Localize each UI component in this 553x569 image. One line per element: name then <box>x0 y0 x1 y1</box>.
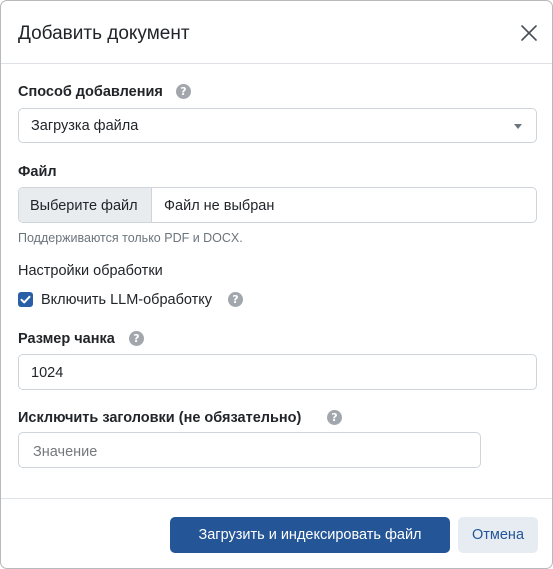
llm-processing-label[interactable]: Включить LLM-обработку <box>41 291 212 309</box>
add-document-modal: Добавить документ Способ добавления ? За… <box>0 0 553 569</box>
exclude-headers-help-icon[interactable]: ? <box>327 410 342 425</box>
method-label: Способ добавления <box>18 84 163 100</box>
chunk-size-value: 1024 <box>31 365 64 381</box>
choose-file-label: Выберите файл <box>30 198 138 214</box>
method-select[interactable]: Загрузка файла <box>18 108 537 143</box>
check-icon <box>20 295 31 304</box>
chunk-size-help-icon[interactable]: ? <box>129 331 144 346</box>
file-format-hint: Поддерживаются только PDF и DOCX. <box>18 231 243 245</box>
llm-processing-checkbox[interactable] <box>18 292 33 307</box>
file-input[interactable]: Выберите файл Файл не выбран <box>18 187 537 223</box>
llm-help-icon[interactable]: ? <box>228 292 243 307</box>
chunk-size-label: Размер чанка <box>18 331 115 347</box>
method-help-icon[interactable]: ? <box>176 84 191 99</box>
chunk-size-input[interactable]: 1024 <box>18 354 537 390</box>
exclude-headers-input[interactable]: Значение <box>18 432 481 468</box>
file-label: Файл <box>18 164 57 180</box>
method-select-value: Загрузка файла <box>31 118 139 134</box>
close-button[interactable] <box>515 19 543 47</box>
close-icon <box>521 25 537 41</box>
modal-header: Добавить документ <box>1 1 552 64</box>
exclude-headers-label: Исключить заголовки (не обязательно) <box>18 410 302 426</box>
file-status: Файл не выбран <box>164 198 275 214</box>
exclude-headers-placeholder: Значение <box>33 444 98 460</box>
upload-index-label: Загрузить и индексировать файл <box>198 527 422 543</box>
footer-divider <box>1 498 552 499</box>
cancel-label: Отмена <box>471 527 525 543</box>
modal-title: Добавить документ <box>18 23 190 44</box>
caret-down-icon <box>514 124 522 129</box>
cancel-button[interactable]: Отмена <box>458 517 538 553</box>
choose-file-button[interactable]: Выберите файл <box>19 188 152 222</box>
processing-label: Настройки обработки <box>18 263 163 279</box>
upload-index-button[interactable]: Загрузить и индексировать файл <box>170 517 450 553</box>
